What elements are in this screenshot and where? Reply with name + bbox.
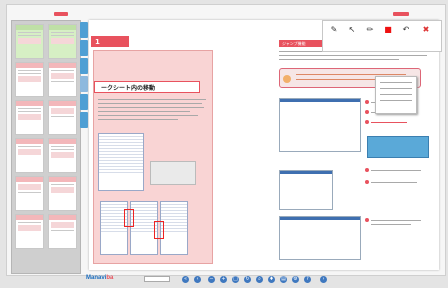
bookmark-icon[interactable]: ♦ (268, 276, 275, 283)
page-thumbnail[interactable] (48, 24, 77, 59)
settings-icon[interactable]: ⚙ (292, 276, 299, 283)
highlight-mark (154, 221, 164, 239)
highlight-mark (124, 209, 134, 227)
text-line (371, 122, 407, 123)
help-icon[interactable]: ? (304, 276, 311, 283)
chapter-number: 1 (95, 37, 100, 46)
text-line (98, 103, 202, 104)
text-line (296, 79, 376, 80)
book-spread: 1 ークシート内の移動 ジャンプ機能 (89, 20, 439, 270)
lesson-panel: ークシート内の移動 (93, 50, 213, 264)
prev-page-icon[interactable]: ‹ (194, 276, 201, 283)
cursor-icon: ↖ (348, 25, 356, 34)
info-box (367, 136, 429, 158)
next-page-icon[interactable]: › (320, 276, 327, 283)
spreadsheet-figure (160, 201, 188, 255)
text-line (98, 99, 206, 100)
text-line (98, 107, 204, 108)
page-thumbnail[interactable] (15, 24, 44, 59)
zoom-in-icon[interactable]: + (220, 276, 227, 283)
screenshot-figure (279, 98, 361, 152)
page-thumbnail[interactable] (15, 214, 44, 249)
text-line (371, 170, 421, 171)
avatar (283, 75, 291, 83)
print-icon[interactable]: ▤ (280, 276, 287, 283)
page-thumbnail[interactable] (15, 138, 44, 173)
text-line (98, 119, 178, 120)
screenshot-figure (279, 216, 361, 260)
pen-tool[interactable]: ✎ (327, 25, 341, 45)
index-tab[interactable] (80, 112, 88, 128)
lesson-title-text: ークシート内の移動 (101, 84, 156, 92)
app-logo-suffix: ba (106, 275, 114, 281)
fit-icon[interactable]: □ (232, 276, 239, 283)
undo-tool[interactable]: ↶ (399, 25, 413, 45)
delete-tool[interactable]: ✖ (419, 25, 433, 45)
text-line (279, 59, 399, 60)
search-icon[interactable]: ⌕ (256, 276, 263, 283)
chapter-badge: 1 (91, 36, 129, 47)
note-box (150, 161, 196, 185)
step-marker (365, 100, 369, 104)
note-popup[interactable] (375, 76, 417, 114)
page-thumbnail[interactable] (48, 214, 77, 249)
index-tab[interactable] (80, 22, 88, 38)
index-tab[interactable] (80, 40, 88, 56)
page-number-field[interactable] (144, 276, 170, 282)
text-line (371, 224, 411, 225)
index-tab[interactable] (80, 58, 88, 74)
color-tool[interactable]: ■ (381, 25, 395, 45)
bottom-navigation-bar: Manaviba « ‹ − + □ ↻ ⌕ ♦ ▤ ⚙ ? › (86, 274, 440, 286)
step-marker (365, 168, 369, 172)
page-thumbnail[interactable] (15, 62, 44, 97)
page-thumbnail[interactable] (15, 100, 44, 135)
annotation-toolbar: ✎ ↖ ✏ ■ ↶ ✖ (322, 20, 442, 52)
app-logo-name: Manavi (86, 275, 107, 281)
color-swatch-icon: ■ (384, 25, 392, 34)
text-line (279, 55, 427, 56)
top-left-marker (54, 12, 68, 16)
text-line (98, 111, 190, 112)
section-heading-text: ジャンプ機能 (282, 40, 306, 46)
index-tabs (80, 22, 88, 174)
app-logo: Manaviba (86, 275, 113, 281)
step-marker (365, 120, 369, 124)
spreadsheet-figure (98, 133, 144, 191)
left-page: 1 ークシート内の移動 (89, 20, 261, 270)
top-right-marker (393, 12, 409, 16)
cursor-tool[interactable]: ↖ (345, 25, 359, 45)
text-line (371, 182, 417, 183)
page-thumbnail[interactable] (48, 138, 77, 173)
lesson-title: ークシート内の移動 (94, 81, 200, 93)
index-tab[interactable] (80, 94, 88, 110)
first-page-icon[interactable]: « (182, 276, 189, 283)
page-thumbnail[interactable] (48, 62, 77, 97)
step-marker (365, 180, 369, 184)
marker-icon: ✏ (366, 25, 374, 34)
thumbnail-panel[interactable] (11, 20, 81, 274)
undo-icon: ↶ (402, 25, 410, 34)
zoom-out-icon[interactable]: − (208, 276, 215, 283)
rotate-icon[interactable]: ↻ (244, 276, 251, 283)
pen-icon: ✎ (330, 25, 338, 34)
text-line (98, 115, 198, 116)
page-thumbnail[interactable] (48, 100, 77, 135)
step-marker (365, 218, 369, 222)
screenshot-figure (279, 170, 333, 210)
marker-tool[interactable]: ✏ (363, 25, 377, 45)
page-thumbnail[interactable] (15, 176, 44, 211)
step-marker (365, 110, 369, 114)
text-line (296, 74, 406, 75)
delete-icon: ✖ (422, 25, 430, 34)
index-tab[interactable] (80, 76, 88, 92)
right-page: ジャンプ機能 (267, 20, 439, 270)
page-thumbnail[interactable] (48, 176, 77, 211)
text-line (371, 220, 421, 221)
